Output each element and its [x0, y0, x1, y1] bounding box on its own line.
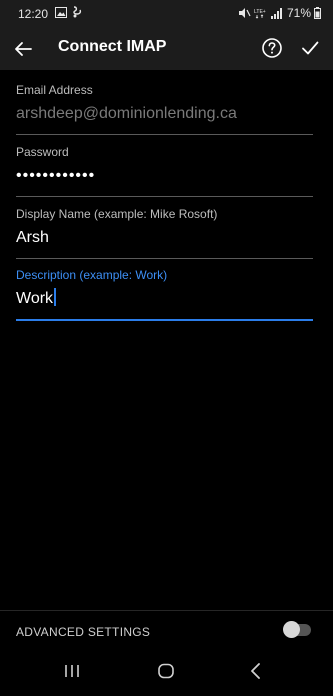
svg-text:LTE+: LTE+ [254, 9, 266, 15]
display-name-field[interactable]: Display Name (example: Mike Rosoft) Arsh [16, 207, 313, 259]
gallery-notification-icon [55, 6, 67, 18]
recent-apps-icon[interactable] [60, 659, 84, 683]
status-time: 12:20 [18, 7, 49, 21]
page-title: Connect IMAP [58, 38, 167, 55]
back-arrow-icon[interactable] [12, 38, 34, 60]
email-field-value[interactable]: arshdeep@dominionlending.ca [16, 103, 313, 125]
email-field[interactable]: Email Address arshdeep@dominionlending.c… [16, 83, 313, 135]
mute-icon [238, 8, 251, 18]
battery-percent: 71% [286, 6, 311, 20]
description-field[interactable]: Description (example: Work) Work [16, 268, 313, 321]
advanced-settings-label: ADVANCED SETTINGS [16, 625, 151, 639]
status-right-icons: LTE+ 71% [238, 6, 321, 20]
description-field-value: Work [16, 290, 54, 307]
description-field-underline [16, 319, 313, 321]
signal-icon [270, 7, 282, 19]
display-name-field-label: Display Name (example: Mike Rosoft) [16, 207, 218, 221]
back-nav-icon[interactable] [244, 659, 268, 683]
help-icon[interactable] [261, 37, 283, 59]
password-field[interactable]: Password •••••••••••• [16, 145, 313, 197]
lte-icon: LTE+ [254, 9, 266, 19]
advanced-settings-row[interactable]: ADVANCED SETTINGS [0, 610, 333, 649]
description-field-label: Description (example: Work) [16, 268, 168, 282]
password-field-label: Password [16, 145, 69, 159]
app-notification-icon [73, 6, 82, 18]
password-field-underline [16, 196, 313, 197]
password-field-value[interactable]: •••••••••••• [16, 165, 313, 187]
status-bar: 12:20 LTE+ 71% [0, 0, 333, 28]
display-name-field-value[interactable]: Arsh [16, 227, 313, 249]
email-field-label: Email Address [16, 83, 93, 97]
toggle-knob [283, 621, 300, 638]
app-bar: Connect IMAP [0, 28, 333, 70]
checkmark-icon[interactable] [299, 37, 321, 59]
display-name-field-underline [16, 258, 313, 259]
system-nav-bar [0, 649, 333, 696]
home-icon[interactable] [154, 659, 178, 683]
email-field-underline [16, 134, 313, 135]
text-caret [54, 288, 57, 306]
status-left-icons [55, 6, 83, 18]
advanced-settings-toggle[interactable] [283, 621, 311, 638]
battery-icon [314, 7, 321, 19]
description-field-input[interactable]: Work [16, 288, 313, 310]
